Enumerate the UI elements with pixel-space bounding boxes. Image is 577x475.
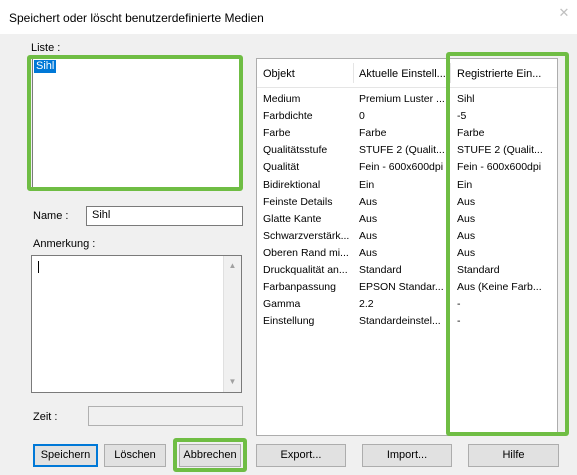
text-caret <box>38 261 39 273</box>
table-cell: Feinste Details <box>263 196 333 208</box>
table-cell: Fein - 600x600dpi <box>359 161 444 173</box>
column-header-object[interactable]: Objekt <box>263 68 295 80</box>
table-cell: Farbe <box>359 127 387 139</box>
table-cell: Aus <box>359 230 378 242</box>
close-icon[interactable]: ✕ <box>555 4 573 22</box>
remark-scrollbar[interactable]: ▲ ▼ <box>223 256 241 392</box>
name-label: Name : <box>33 210 69 222</box>
list-highlight-frame <box>27 55 243 191</box>
table-cell: Oberen Rand mi... <box>263 247 349 259</box>
export-button[interactable]: Export... <box>256 444 346 467</box>
time-field <box>88 406 243 426</box>
remark-label: Anmerkung : <box>33 238 96 250</box>
name-field[interactable]: Sihl <box>86 206 243 226</box>
dialog-window: Speichert oder löscht benutzerdefinierte… <box>0 0 577 475</box>
table-cell: Farbdichte <box>263 110 313 122</box>
import-button[interactable]: Import... <box>362 444 452 467</box>
table-cell: Premium Luster ... <box>359 93 445 105</box>
table-cell: Aus <box>359 213 378 225</box>
table-cell: Farbanpassung <box>263 281 336 293</box>
table-cell: EPSON Standar... <box>359 281 444 293</box>
table-cell: Medium <box>263 93 301 105</box>
table-cell: Bidirektional <box>263 179 321 191</box>
table-cell: Qualitätsstufe <box>263 144 328 156</box>
scroll-up-icon[interactable]: ▲ <box>224 258 241 274</box>
scroll-down-icon[interactable]: ▼ <box>224 374 241 390</box>
cancel-highlight-frame <box>173 438 247 472</box>
table-cell: STUFE 2 (Qualit... <box>359 144 445 156</box>
column-header-current[interactable]: Aktuelle Einstell... <box>359 68 446 80</box>
registered-column-highlight-frame <box>446 52 569 436</box>
table-cell: Glatte Kante <box>263 213 322 225</box>
column-separator[interactable] <box>353 63 354 83</box>
table-cell: Aus <box>359 196 378 208</box>
table-cell: 0 <box>359 110 365 122</box>
help-button[interactable]: Hilfe <box>468 444 559 467</box>
table-cell: Gamma <box>263 298 301 310</box>
list-label: Liste : <box>31 42 61 54</box>
delete-button[interactable]: Löschen <box>104 444 166 467</box>
save-button[interactable]: Speichern <box>33 444 98 467</box>
table-cell: 2.2 <box>359 298 374 310</box>
table-cell: Standardeinstel... <box>359 315 441 327</box>
title-bar: Speichert oder löscht benutzerdefinierte… <box>0 0 577 34</box>
table-cell: Qualität <box>263 161 300 173</box>
time-label: Zeit : <box>33 411 58 423</box>
dialog-title: Speichert oder löscht benutzerdefinierte… <box>9 11 264 25</box>
table-cell: Standard <box>359 264 402 276</box>
table-cell: Aus <box>359 247 378 259</box>
name-value: Sihl <box>92 209 111 221</box>
table-cell: Einstellung <box>263 315 315 327</box>
table-cell: Ein <box>359 179 375 191</box>
table-cell: Druckqualität an... <box>263 264 348 276</box>
table-cell: Farbe <box>263 127 291 139</box>
table-cell: Schwarzverstärk... <box>263 230 350 242</box>
remark-textarea[interactable]: ▲ ▼ <box>31 255 242 393</box>
